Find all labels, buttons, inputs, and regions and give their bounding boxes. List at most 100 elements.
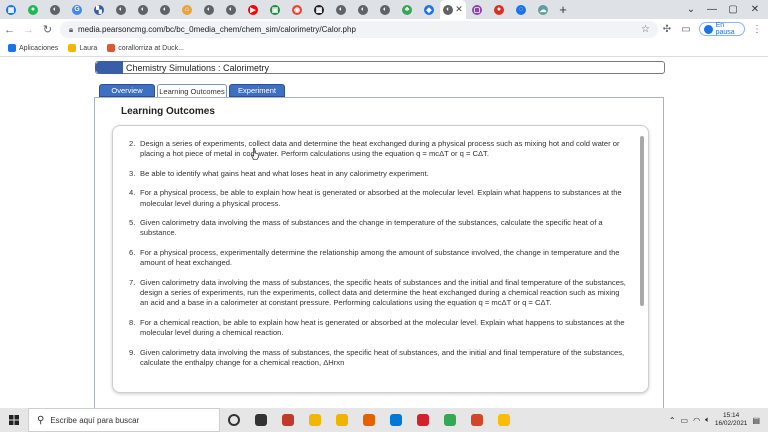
windows-start-icon[interactable] xyxy=(0,408,28,432)
browser-tab[interactable]: ▚ xyxy=(88,0,110,19)
outcomes-scroll-box[interactable]: 2. Design a series of experiments, collec… xyxy=(112,125,649,393)
browser-tab[interactable]: ◐ xyxy=(352,0,374,19)
close-tab-icon[interactable]: ✕ xyxy=(455,4,463,15)
bookmark-icon: ▚ xyxy=(94,4,104,15)
volume-icon[interactable]: 🔈︎ xyxy=(705,415,710,425)
apps-grid-icon xyxy=(8,44,16,52)
forward-arrow-icon[interactable]: → xyxy=(19,19,38,40)
calendar-icon: ▦ xyxy=(6,4,16,15)
generic-page-icon: ◐ xyxy=(160,4,170,15)
browser-tab[interactable]: ◌ xyxy=(510,0,532,19)
google-icon: G xyxy=(72,4,82,15)
browser-tab[interactable]: ● xyxy=(488,0,510,19)
close-window-icon[interactable]: ✕ xyxy=(740,0,768,19)
browser-tab[interactable]: ◐ xyxy=(154,0,176,19)
taskbar-search-input[interactable]: ⚲ Escribe aquí para buscar xyxy=(28,408,220,432)
simulation-tabs: Overview Learning Outcomes Experiment xyxy=(99,84,285,97)
new-tab-button[interactable]: + xyxy=(554,2,572,17)
bookmark-item[interactable]: Laura xyxy=(68,44,97,52)
purple-app-icon: ▢ xyxy=(472,4,482,15)
browser-tab[interactable]: ◉ xyxy=(286,0,308,19)
outcome-number: 6. xyxy=(129,247,136,257)
tab-experiment[interactable]: Experiment xyxy=(229,84,285,97)
browser-tab[interactable]: ◐ xyxy=(110,0,132,19)
browser-tab[interactable]: ♣ xyxy=(396,0,418,19)
taskbar-app-button[interactable] xyxy=(328,408,355,432)
spotify-icon: ● xyxy=(28,4,38,15)
browser-tab[interactable]: ● xyxy=(22,0,44,19)
outcome-number: 7. xyxy=(129,277,136,287)
taskbar-app-button[interactable] xyxy=(247,408,274,432)
clock-time: 15:14 xyxy=(723,412,740,419)
browser-tab[interactable]: ▶ xyxy=(242,0,264,19)
avatar xyxy=(704,24,713,34)
back-arrow-icon[interactable]: ← xyxy=(0,19,19,40)
extensions-icon[interactable]: ✣ xyxy=(658,19,676,40)
settings-app-icon xyxy=(335,414,348,426)
drop-icon: ◆ xyxy=(424,4,434,15)
generic-page-icon: ◐ xyxy=(116,4,126,15)
pearson-icon: ◐ xyxy=(443,4,454,15)
browser-tab[interactable]: ◐ xyxy=(132,0,154,19)
taskbar-app-button[interactable] xyxy=(409,408,436,432)
active-browser-tab[interactable]: ◐ ✕ xyxy=(440,0,466,19)
outcome-item: 7. Given calorimetry data involving the m… xyxy=(113,278,633,309)
outcome-number: 2. xyxy=(129,139,136,148)
taskbar-app-button[interactable] xyxy=(382,408,409,432)
game-icon: ♣ xyxy=(402,4,412,15)
browser-tab[interactable]: ⌂ xyxy=(176,0,198,19)
bookmark-star-icon[interactable]: ☆ xyxy=(641,24,650,35)
taskbar-app-button[interactable] xyxy=(220,408,247,432)
header-pill-decoration xyxy=(95,61,123,74)
url-text[interactable]: media.pearsoncmg.com/bc/bc_0media_chem/c… xyxy=(78,25,356,34)
scrollbar-thumb[interactable] xyxy=(640,136,644,306)
browser-tab[interactable]: ◐ xyxy=(374,0,396,19)
tab-learning-outcomes[interactable]: Learning Outcomes xyxy=(157,84,227,97)
profile-button[interactable]: En pausa xyxy=(699,22,745,36)
reading-list-icon[interactable]: ▭ xyxy=(677,19,695,40)
tab-overview[interactable]: Overview xyxy=(99,84,155,97)
taskbar-app-button[interactable] xyxy=(355,408,382,432)
bookmark-item[interactable]: Aplicaciones xyxy=(8,44,58,52)
section-title: Learning Outcomes xyxy=(121,106,215,117)
edge-icon xyxy=(389,414,402,426)
media-icon: ▩ xyxy=(314,4,324,15)
bookmark-label: corallorriza at Duck... xyxy=(118,44,184,52)
taskbar-app-button[interactable] xyxy=(490,408,517,432)
caret-up-icon[interactable]: ⌃ xyxy=(669,416,676,425)
taskbar-app-button[interactable] xyxy=(301,408,328,432)
search-placeholder: Escribe aquí para buscar xyxy=(50,415,140,425)
browser-tab[interactable]: ▦ xyxy=(0,0,22,19)
browser-tab[interactable]: ▩ xyxy=(308,0,330,19)
generic-page-icon: ◐ xyxy=(336,4,346,15)
browser-tab[interactable]: ◆ xyxy=(418,0,440,19)
taskbar-app-button[interactable] xyxy=(436,408,463,432)
notifications-icon[interactable]: ▤ xyxy=(752,416,760,425)
browser-tab[interactable]: ◐ xyxy=(220,0,242,19)
lock-icon[interactable]: 🔒︎ xyxy=(64,25,78,35)
more-menu-icon[interactable]: ⋮ xyxy=(748,19,766,40)
browser-tab[interactable]: ☁ xyxy=(532,0,554,19)
browser-tab[interactable]: ◐ xyxy=(330,0,352,19)
battery-icon[interactable]: ▭ xyxy=(681,416,689,425)
network-icon[interactable]: ◠ xyxy=(693,416,700,425)
outcome-number: 9. xyxy=(129,347,136,357)
reload-icon[interactable]: ↻ xyxy=(38,19,57,40)
simulation-title: Chemistry Simulations : Calorimetry xyxy=(126,63,270,73)
browser-tab[interactable]: G xyxy=(66,0,88,19)
generic-page-icon: ◐ xyxy=(380,4,390,15)
bookmark-item[interactable]: corallorriza at Duck... xyxy=(107,44,184,52)
taskbar-app-button[interactable] xyxy=(463,408,490,432)
browser-tab[interactable]: ▣ xyxy=(264,0,286,19)
taskbar-app-button[interactable] xyxy=(274,408,301,432)
power-app-icon xyxy=(281,414,294,426)
bookmark-label: Aplicaciones xyxy=(19,44,59,52)
outcome-item: 5. Given calorimetry data involving the m… xyxy=(113,218,633,239)
outcome-number: 8. xyxy=(129,317,136,327)
browser-tab[interactable]: ▢ xyxy=(466,0,488,19)
browser-tab[interactable]: ◐ xyxy=(198,0,220,19)
generic-page-icon: ◐ xyxy=(138,4,148,15)
browser-tab[interactable]: ◐ xyxy=(44,0,66,19)
taskbar-clock[interactable]: 15:14 16/02/2021 xyxy=(715,412,748,428)
address-bar[interactable]: 🔒︎ media.pearsoncmg.com/bc/bc_0media_che… xyxy=(60,21,658,38)
